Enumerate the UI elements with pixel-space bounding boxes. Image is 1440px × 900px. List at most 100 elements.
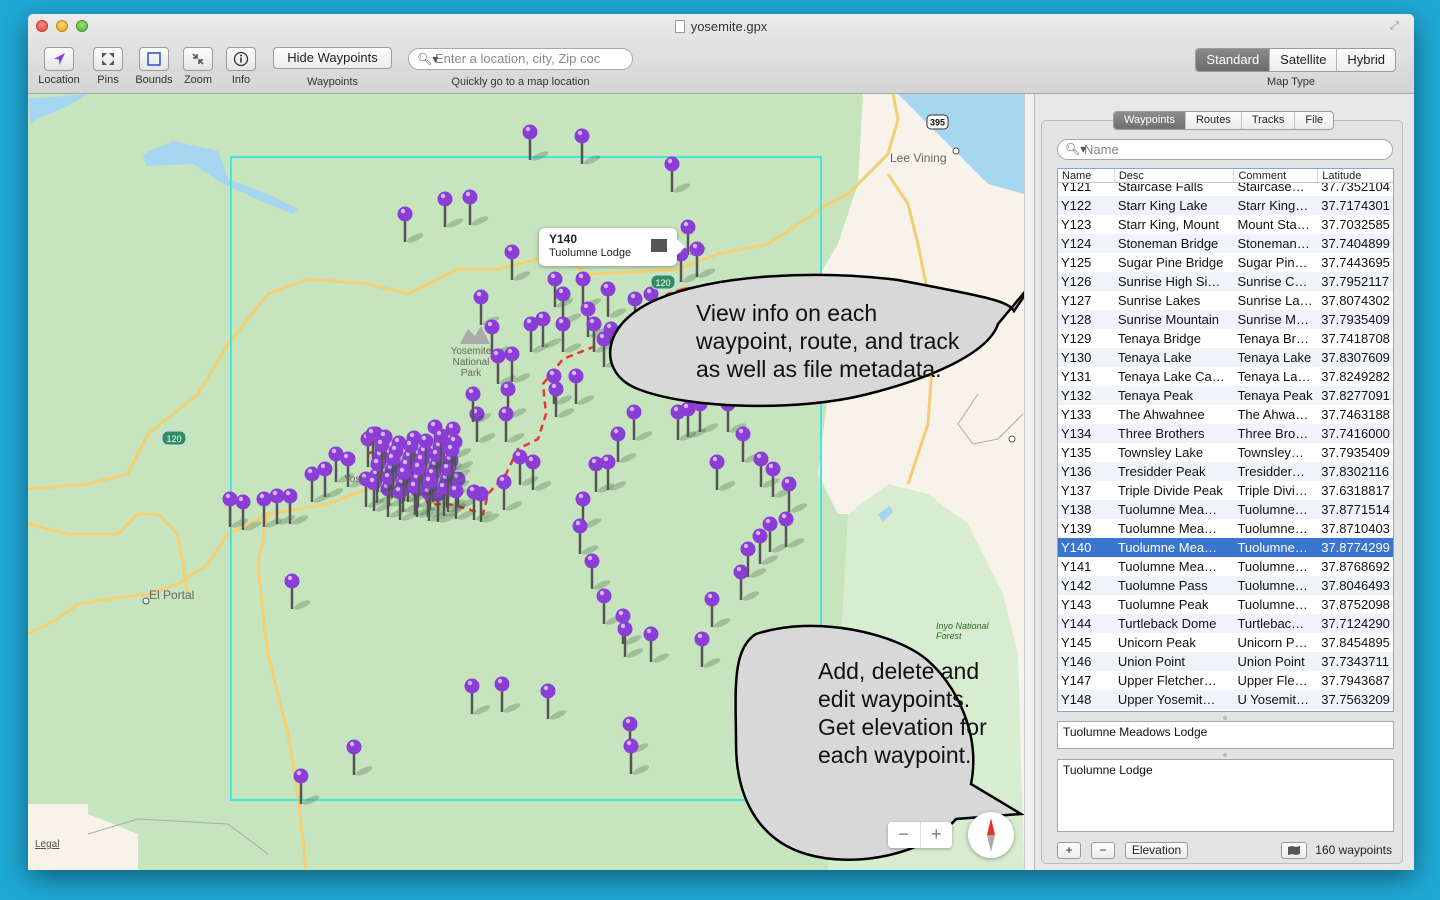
cell-comment: Sugar Pin… — [1237, 255, 1308, 270]
remove-waypoint-button[interactable]: − — [1091, 842, 1115, 859]
location-button[interactable] — [44, 47, 74, 71]
tab-tracks[interactable]: Tracks — [1240, 112, 1295, 129]
info-tool[interactable]: Info — [222, 47, 260, 86]
table-row[interactable]: Y124 Stoneman Bridge Stoneman… 37.7404899 — [1058, 234, 1393, 253]
zoom-tool[interactable]: Zoom — [180, 47, 216, 86]
pins-button[interactable] — [93, 47, 123, 71]
split-handle[interactable] — [1223, 753, 1227, 757]
cell-comment: Triple Divi… — [1237, 483, 1308, 498]
cell-latitude: 37.7952117 — [1321, 274, 1389, 289]
table-row[interactable]: Y122 Starr King Lake Starr King… 37.7174301 — [1058, 196, 1393, 215]
hide-waypoints-button[interactable]: Hide Waypoints — [273, 47, 392, 69]
table-row[interactable]: Y139 Tuolumne Mea… Tuolumne… 37.8710403 — [1058, 519, 1393, 538]
cell-latitude: 37.8249282 — [1321, 369, 1390, 384]
location-tool[interactable]: Location — [35, 47, 83, 86]
fullscreen-icon[interactable]: ⤢ — [1390, 20, 1404, 34]
elevation-button[interactable]: Elevation — [1125, 842, 1188, 859]
place-label-yosemite-np: Yosemite National Park — [450, 346, 492, 379]
legal-link[interactable]: Legal — [35, 839, 59, 850]
table-row[interactable]: Y142 Tuolumne Pass Tuolumne… 37.8046493 — [1058, 576, 1393, 595]
location-arrow-icon — [54, 53, 65, 65]
waypoint-pin — [540, 683, 567, 720]
table-row[interactable]: Y134 Three Brothers Three Bro… 37.7416000 — [1058, 424, 1393, 443]
tab-file[interactable]: File — [1294, 112, 1333, 129]
show-on-map-button[interactable] — [1281, 842, 1307, 859]
waypoint-search-input[interactable]: 🔍︎▾ Name — [1057, 139, 1393, 160]
table-row[interactable]: Y137 Triple Divide Peak Triple Divi… 37.631… — [1058, 481, 1393, 500]
place-label-el-portal: El Portal — [149, 588, 195, 602]
cell-desc: Starr King Lake — [1117, 198, 1208, 213]
compass-button[interactable] — [968, 812, 1014, 858]
pins-tool[interactable]: Pins — [88, 47, 128, 86]
cell-latitude: 37.7443695 — [1321, 255, 1390, 270]
inspector-sidebar: Waypoints Routes Tracks File 🔍︎▾ Name Na… — [1034, 94, 1414, 870]
map-view[interactable]: 395 120 120 Lee Vining El Portal Yosemit… — [28, 94, 1024, 870]
table-row[interactable]: Y128 Sunrise Mountain Sunrise M… 37.7935409 — [1058, 310, 1393, 329]
map-type-hybrid[interactable]: Hybrid — [1336, 49, 1395, 71]
cell-comment: Sunrise La… — [1237, 293, 1313, 308]
column-header-comment[interactable]: Comment — [1233, 169, 1317, 182]
column-header-desc[interactable]: Desc — [1113, 169, 1234, 182]
column-header-latitude[interactable]: Latitude — [1317, 169, 1393, 182]
table-row[interactable]: Y132 Tenaya Peak Tenaya Peak 37.8277091 — [1058, 386, 1393, 405]
place-label-inyo: Inyo National Forest — [936, 621, 989, 641]
location-search-input[interactable]: 🔍︎▾ Enter a location, city, Zip coc — [408, 48, 633, 70]
split-handle[interactable] — [1223, 716, 1227, 720]
table-row[interactable]: Y127 Sunrise Lakes Sunrise La… 37.8074302 — [1058, 291, 1393, 310]
cell-comment: Sunrise C… — [1237, 274, 1308, 289]
table-row[interactable]: Y138 Tuolumne Mea… Tuolumne… 37.8771514 — [1058, 500, 1393, 519]
cell-comment: U Yosemit… — [1237, 692, 1310, 707]
cell-comment: Sunrise M… — [1237, 312, 1309, 327]
add-waypoint-button[interactable]: + — [1057, 842, 1081, 859]
cell-name: Y144 — [1061, 616, 1092, 631]
table-row[interactable]: Y141 Tuolumne Mea… Tuolumne… 37.8768692 — [1058, 557, 1393, 576]
map-type-standard[interactable]: Standard — [1196, 49, 1270, 71]
map-zoom-control: − + — [888, 822, 952, 848]
waypoint-count: 160 waypoints — [1315, 843, 1392, 857]
waypoint-pin — [465, 386, 492, 423]
table-row[interactable]: Y145 Unicorn Peak Unicorn P… 37.8454895 — [1058, 633, 1393, 652]
table-row[interactable]: Y144 Turtleback Dome Turtlebac… 37.7124290 — [1058, 614, 1393, 633]
tab-routes[interactable]: Routes — [1184, 112, 1241, 129]
waypoints-table[interactable]: Name Desc Comment Latitude Y121 Staircase… — [1057, 168, 1394, 712]
popup-subtitle: Tuolumne Lodge — [549, 247, 632, 259]
tab-waypoints[interactable]: Waypoints — [1114, 112, 1185, 129]
zoom-out-button[interactable]: − — [888, 822, 921, 848]
zoom-contract-icon — [192, 53, 204, 65]
table-row[interactable]: Y125 Sugar Pine Bridge Sugar Pin… 37.744369… — [1058, 253, 1393, 272]
description-field[interactable]: Tuolumne Meadows Lodge — [1057, 721, 1394, 749]
column-header-name[interactable]: Name — [1058, 169, 1114, 182]
table-row[interactable]: Y131 Tenaya Lake Ca… Tenaya La… 37.8249282 — [1058, 367, 1393, 386]
table-row[interactable]: Y147 Upper Fletcher… Upper Fle… 37.7943687 — [1058, 671, 1393, 690]
cell-latitude: 37.8307609 — [1321, 350, 1390, 365]
highway-shield-395: 395 — [926, 114, 949, 130]
table-row[interactable]: Y140 Tuolumne Mea… Tuolumne… 37.8774299 — [1058, 538, 1393, 557]
waypoint-pin — [781, 476, 808, 513]
table-row[interactable]: Y133 The Ahwahnee The Ahwa… 37.7463188 — [1058, 405, 1393, 424]
table-row[interactable]: Y136 Tresidder Peak Tresidder… 37.8302116 — [1058, 462, 1393, 481]
split-view-divider[interactable] — [1024, 94, 1034, 870]
info-button[interactable] — [226, 47, 256, 71]
table-row[interactable]: Y146 Union Point Union Point 37.7343711 — [1058, 652, 1393, 671]
table-row[interactable]: Y126 Sunrise High Si… Sunrise C… 37.7952117 — [1058, 272, 1393, 291]
cell-name: Y128 — [1061, 312, 1092, 327]
table-row[interactable]: Y148 Upper Yosemit… U Yosemit… 37.7563209 — [1058, 690, 1393, 709]
cell-latitude: 37.7935409 — [1321, 312, 1390, 327]
zoom-in-button[interactable]: + — [921, 822, 953, 848]
zoom-button[interactable] — [183, 47, 213, 71]
table-row[interactable]: Y130 Tenaya Lake Tenaya Lake 37.8307609 — [1058, 348, 1393, 367]
callout-edit-line: Add, delete and — [818, 658, 980, 684]
map-type-satellite[interactable]: Satellite — [1269, 49, 1336, 71]
comment-field[interactable]: Tuolumne Lodge — [1057, 759, 1394, 832]
waypoint-popup[interactable]: Y140 Tuolumne Lodge — [539, 228, 685, 266]
bounds-button[interactable] — [139, 47, 169, 71]
table-row[interactable]: Y143 Tuolumne Peak Tuolumne… 37.8752098 — [1058, 595, 1393, 614]
table-row[interactable]: Y129 Tenaya Bridge Tenaya Br… 37.7418708 — [1058, 329, 1393, 348]
place-label-lee-vining: Lee Vining — [890, 151, 947, 165]
map-icon[interactable] — [651, 239, 667, 252]
bounds-tool[interactable]: Bounds — [132, 47, 176, 86]
cell-latitude: 37.7463188 — [1321, 407, 1390, 422]
table-row[interactable]: Y135 Townsley Lake Townsley… 37.7935409 — [1058, 443, 1393, 462]
table-row[interactable]: Y123 Starr King, Mount Mount Sta… 37.703258… — [1058, 215, 1393, 234]
cell-name: Y126 — [1061, 274, 1092, 289]
